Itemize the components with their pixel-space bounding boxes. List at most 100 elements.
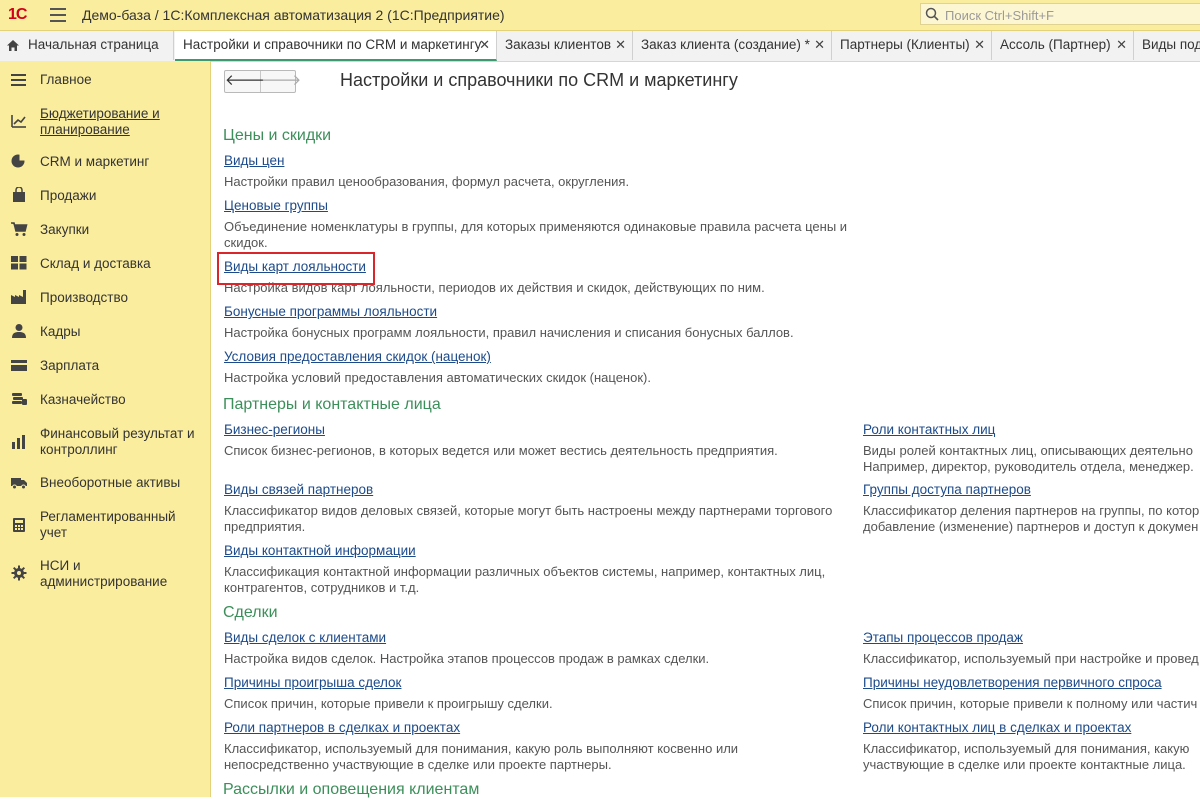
- tab-label: Ассоль (Партнер): [1000, 37, 1111, 52]
- global-search[interactable]: [920, 3, 1200, 25]
- sidebar-item-treasury[interactable]: Казначейство: [0, 391, 210, 411]
- sidebar-item-label: Закупки: [40, 222, 90, 237]
- link-partner-access-groups[interactable]: Группы доступа партнеров: [863, 482, 1031, 497]
- sidebar-item-label: Казначейство: [40, 392, 126, 407]
- link-contact-info-types[interactable]: Виды контактной информации: [224, 543, 416, 558]
- pie-chart-icon: [11, 154, 26, 168]
- sidebar-item-crm[interactable]: CRM и маркетинг: [0, 153, 210, 173]
- gear-icon: [11, 565, 27, 581]
- person-icon: [12, 324, 26, 338]
- sidebar-item-label: Склад и доставка: [40, 256, 151, 271]
- sidebar-item-label: Кадры: [40, 324, 81, 339]
- coins-icon: [12, 393, 27, 405]
- link-price-groups[interactable]: Ценовые группы: [224, 198, 328, 213]
- section-title-mailing: Рассылки и оповещения клиентам: [223, 781, 480, 798]
- sidebar-item-budgeting[interactable]: Бюджетирование и планирование: [0, 105, 210, 141]
- desc-deal-types: Настройка видов сделок. Настройка этапов…: [224, 651, 710, 666]
- sidebar-item-admin[interactable]: НСИ и администрирование: [0, 557, 210, 593]
- tab-label: Заказ клиента (создание) *: [641, 37, 810, 52]
- link-deal-loss-reasons[interactable]: Причины проигрыша сделок: [224, 675, 401, 690]
- sidebar-item-hr[interactable]: Кадры: [0, 323, 210, 343]
- desc-discount-conditions: Настройка условий предоставления автомат…: [224, 370, 651, 385]
- link-deal-types[interactable]: Виды сделок с клиентами: [224, 630, 386, 645]
- sidebar-item-label: Бюджетирование и планирование: [40, 106, 160, 137]
- link-demand-unmet-reasons[interactable]: Причины неудовлетворения первичного спро…: [863, 675, 1162, 690]
- sidebar-item-label: Производство: [40, 290, 129, 305]
- sidebar-item-purchases[interactable]: Закупки: [0, 221, 210, 241]
- link-price-types[interactable]: Виды цен: [224, 153, 284, 168]
- app-logo: 1С: [8, 6, 27, 23]
- tab-assol-partner[interactable]: Ассоль (Партнер) ✕: [992, 31, 1134, 60]
- desc-price-groups: Объединение номенклатуры в группы, для к…: [224, 219, 848, 250]
- sidebar: Главное Бюджетирование и планирование CR…: [0, 61, 211, 797]
- desc-partner-access-groups-line1: Классификатор деления партнеров на групп…: [863, 503, 1200, 518]
- calculator-icon: [13, 518, 25, 532]
- budget-chart-icon: [11, 115, 26, 128]
- desc-bonus-programs: Настройка бонусных программ лояльности, …: [224, 325, 794, 340]
- sidebar-item-label: Продажи: [40, 188, 97, 203]
- close-icon[interactable]: ✕: [974, 31, 985, 59]
- desc-contact-roles-in-deals-line1: Классификатор, используемый для понимани…: [863, 741, 1190, 756]
- sidebar-item-sales[interactable]: Продажи: [0, 187, 210, 207]
- history-nav: 🡐 🡒: [224, 70, 301, 93]
- sidebar-item-regulated-accounting[interactable]: Регламентированный учет: [0, 508, 210, 544]
- desc-contact-person-roles-line2: Например, директор, руководитель отдела,…: [863, 459, 1194, 474]
- home-icon: [7, 40, 19, 51]
- close-icon[interactable]: ✕: [479, 31, 490, 59]
- close-icon[interactable]: ✕: [1116, 31, 1127, 59]
- link-contact-person-roles[interactable]: Роли контактных лиц: [863, 422, 995, 437]
- forward-button[interactable]: 🡒: [261, 71, 301, 92]
- shopping-bag-icon: [13, 187, 25, 202]
- tab-label: Начальная страница: [28, 37, 159, 52]
- tab-label: Виды поди: [1142, 37, 1200, 52]
- tab-home[interactable]: Начальная страница: [0, 31, 174, 60]
- close-icon[interactable]: ✕: [615, 31, 626, 59]
- tab-label: Настройки и справочники по CRM и маркети…: [183, 37, 482, 52]
- tab-types[interactable]: Виды поди: [1134, 31, 1200, 60]
- sidebar-item-main[interactable]: Главное: [0, 71, 210, 91]
- desc-contact-info-types: Классификация контактной информации разл…: [224, 564, 826, 595]
- title-bar: 1С Демо-база / 1С:Комплексная автоматиза…: [0, 0, 1200, 31]
- tab-label: Заказы клиентов: [505, 37, 612, 52]
- desc-partner-roles-in-deals: Классификатор, используемый для понимани…: [224, 741, 739, 772]
- sidebar-item-label: CRM и маркетинг: [40, 154, 150, 169]
- link-bonus-programs[interactable]: Бонусные программы лояльности: [224, 304, 437, 319]
- sidebar-item-label: НСИ и администрирование: [40, 558, 168, 589]
- sidebar-item-finance[interactable]: Финансовый результат и контроллинг: [0, 425, 210, 461]
- desc-price-types: Настройки правил ценообразования, формул…: [224, 174, 630, 189]
- section-title-prices: Цены и скидки: [223, 127, 332, 144]
- sidebar-item-fixed-assets[interactable]: Внеоборотные активы: [0, 474, 210, 494]
- hamburger-menu-icon[interactable]: [50, 8, 66, 22]
- close-icon[interactable]: ✕: [814, 31, 825, 59]
- back-button[interactable]: 🡐: [225, 71, 265, 92]
- tab-client-orders[interactable]: Заказы клиентов ✕: [497, 31, 633, 60]
- sidebar-item-label: Финансовый результат и контроллинг: [40, 426, 195, 457]
- tab-bar: Начальная страница Настройки и справочни…: [0, 31, 1200, 62]
- desc-demand-unmet-reasons: Список причин, которые привели к полному…: [863, 696, 1198, 711]
- warehouse-icon: [11, 256, 27, 270]
- tab-client-order-new[interactable]: Заказ клиента (создание) * ✕: [633, 31, 832, 60]
- desc-partner-access-groups-line2: добавление (изменение) партнеров и досту…: [863, 519, 1199, 534]
- link-contact-roles-in-deals[interactable]: Роли контактных лиц в сделках и проектах: [863, 720, 1131, 735]
- search-input[interactable]: [943, 6, 1197, 24]
- desc-business-regions: Список бизнес-регионов, в которых ведетс…: [224, 443, 778, 458]
- link-sales-process-stages[interactable]: Этапы процессов продаж: [863, 630, 1023, 645]
- sidebar-item-salary[interactable]: Зарплата: [0, 357, 210, 377]
- highlight-box: [217, 252, 375, 285]
- link-business-regions[interactable]: Бизнес-регионы: [224, 422, 325, 437]
- link-partner-roles-in-deals[interactable]: Роли партнеров в сделках и проектах: [224, 720, 460, 735]
- sidebar-item-label: Зарплата: [40, 358, 100, 373]
- tab-crm-settings[interactable]: Настройки и справочники по CRM и маркети…: [175, 31, 497, 61]
- sidebar-item-label: Главное: [40, 72, 92, 87]
- list-icon: [11, 74, 26, 86]
- sidebar-item-production[interactable]: Производство: [0, 289, 210, 309]
- desc-contact-roles-in-deals-line2: участвующие в сделке или проекте контакт…: [863, 757, 1186, 772]
- sidebar-item-warehouse[interactable]: Склад и доставка: [0, 255, 210, 275]
- tab-partners-clients[interactable]: Партнеры (Клиенты) ✕: [832, 31, 992, 60]
- cart-icon: [11, 222, 28, 236]
- bar-chart-icon: [12, 435, 25, 449]
- link-discount-conditions[interactable]: Условия предоставления скидок (наценок): [224, 349, 491, 364]
- window-title: Демо-база / 1С:Комплексная автоматизация…: [82, 7, 505, 23]
- link-partner-relation-types[interactable]: Виды связей партнеров: [224, 482, 373, 497]
- search-icon: [925, 7, 939, 21]
